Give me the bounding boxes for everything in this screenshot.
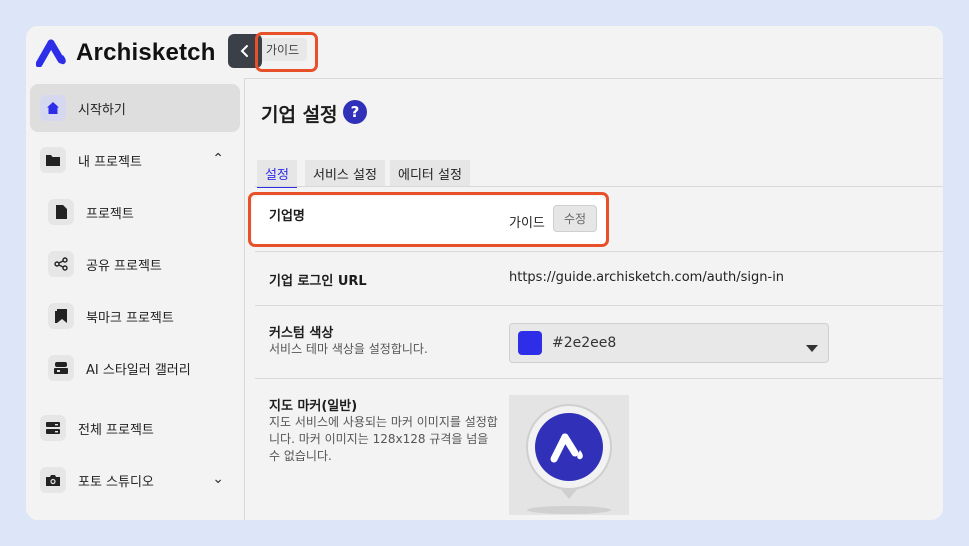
sidebar-item-label: 북마크 프로젝트 bbox=[86, 310, 174, 326]
color-swatch bbox=[518, 331, 542, 355]
sidebar: Archisketch 시작하기 내 프로젝트 ⌃ 프로젝트 공유 프로젝트 북… bbox=[26, 26, 245, 520]
login-url-row: 기업 로그인 URL https://guide.archisketch.com… bbox=[255, 251, 943, 306]
highlight-breadcrumb bbox=[255, 32, 318, 72]
login-url-value: https://guide.archisketch.com/auth/sign-… bbox=[509, 270, 785, 285]
highlight-company-name bbox=[248, 192, 609, 247]
map-marker-label: 지도 마커(일반) bbox=[269, 399, 358, 414]
login-url-label: 기업 로그인 URL bbox=[269, 274, 367, 289]
sidebar-item-getting-started[interactable]: 시작하기 bbox=[30, 84, 240, 132]
chevron-left-icon bbox=[240, 45, 248, 57]
color-value: #2e2ee8 bbox=[552, 335, 617, 351]
archisketch-logo-icon bbox=[36, 39, 66, 67]
custom-color-label: 커스텀 색상 bbox=[269, 326, 334, 341]
tab-service-settings[interactable]: 서비스 설정 bbox=[305, 160, 385, 186]
sidebar-item-label: 시작하기 bbox=[78, 102, 126, 118]
sidebar-item-bookmarked-projects[interactable]: 북마크 프로젝트 bbox=[26, 292, 240, 340]
chevron-up-icon[interactable]: ⌃ bbox=[212, 151, 224, 167]
sidebar-item-ai-styler-gallery[interactable]: AI 스타일러 갤러리 bbox=[26, 344, 240, 392]
server-icon bbox=[40, 415, 66, 441]
app-window: Archisketch 시작하기 내 프로젝트 ⌃ 프로젝트 공유 프로젝트 북… bbox=[26, 26, 943, 520]
custom-color-description: 서비스 테마 색상을 설정합니다. bbox=[269, 342, 428, 356]
tab-settings[interactable]: 설정 bbox=[257, 160, 297, 188]
map-marker-preview[interactable] bbox=[509, 395, 629, 515]
home-icon bbox=[40, 95, 66, 121]
sidebar-item-label: 프로젝트 bbox=[86, 206, 134, 222]
sidebar-item-label: 전체 프로젝트 bbox=[78, 422, 154, 438]
dropdown-arrow-icon bbox=[806, 338, 818, 357]
topbar: 가이드 bbox=[244, 26, 943, 79]
camera-icon bbox=[40, 467, 66, 493]
sidebar-item-label: 공유 프로젝트 bbox=[86, 258, 162, 274]
sidebar-item-label: 포토 스튜디오 bbox=[78, 474, 154, 490]
tab-divider bbox=[255, 186, 943, 187]
color-select[interactable]: #2e2ee8 bbox=[509, 323, 829, 363]
page-title: 기업 설정 bbox=[261, 104, 338, 126]
sidebar-item-projects[interactable]: 프로젝트 bbox=[26, 188, 240, 236]
sidebar-item-label: AI 스타일러 갤러리 bbox=[86, 362, 191, 378]
folder-icon bbox=[40, 147, 66, 173]
tab-editor-settings[interactable]: 에디터 설정 bbox=[390, 160, 470, 186]
bookmark-icon bbox=[48, 303, 74, 329]
map-marker-description: 지도 서비스에 사용되는 마커 이미지를 설정합니다. 마커 이미지는 128x… bbox=[269, 415, 498, 463]
sidebar-item-shared-projects[interactable]: 공유 프로젝트 bbox=[26, 240, 240, 288]
map-marker-icon bbox=[526, 404, 612, 514]
sidebar-item-my-projects[interactable]: 내 프로젝트 ⌃ bbox=[26, 136, 240, 184]
logo[interactable]: Archisketch bbox=[36, 36, 216, 70]
gallery-icon bbox=[48, 355, 74, 381]
help-icon[interactable]: ? bbox=[343, 100, 367, 124]
app-name: Archisketch bbox=[76, 39, 216, 66]
sidebar-item-label: 내 프로젝트 bbox=[78, 154, 142, 170]
chevron-down-icon[interactable]: ⌄ bbox=[212, 471, 224, 487]
share-icon bbox=[48, 251, 74, 277]
sidebar-item-all-projects[interactable]: 전체 프로젝트 bbox=[26, 404, 240, 452]
file-icon bbox=[48, 199, 74, 225]
sidebar-item-photo-studio[interactable]: 포토 스튜디오 ⌄ bbox=[26, 456, 240, 504]
